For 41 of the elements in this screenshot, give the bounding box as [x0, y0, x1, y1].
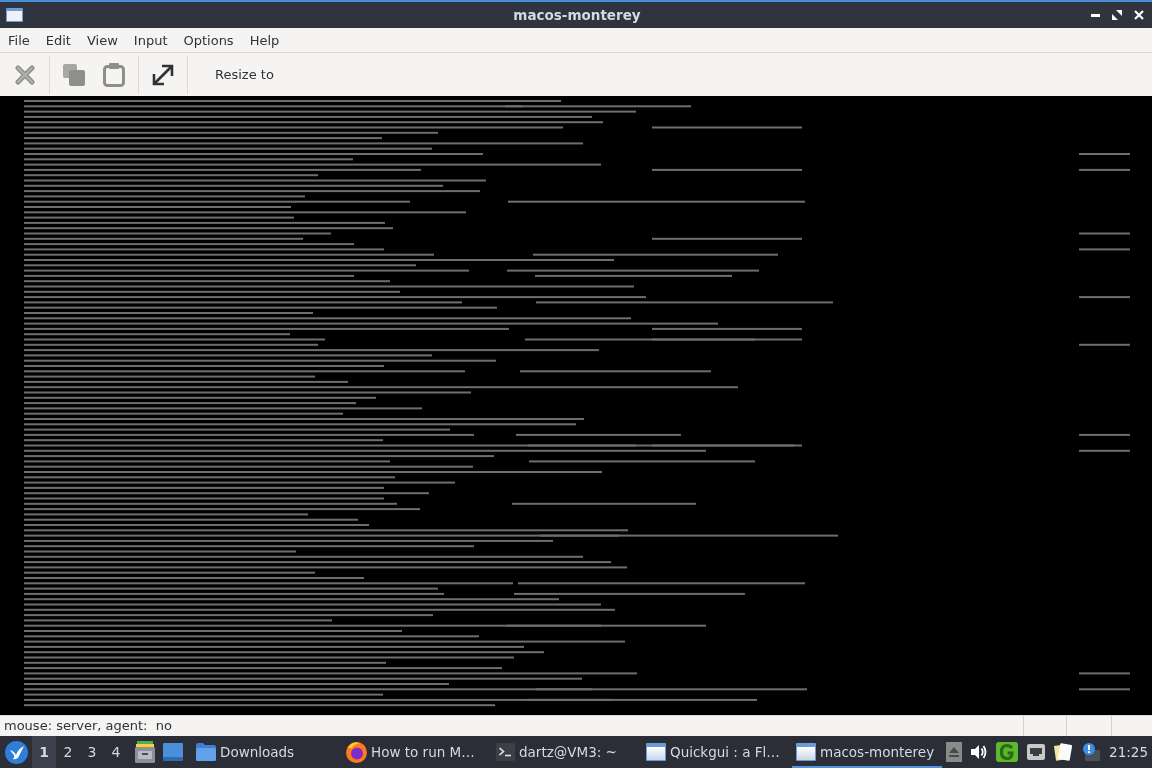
copy-icon: [63, 63, 85, 86]
notification-icon[interactable]: [1082, 743, 1101, 761]
eject-icon[interactable]: [946, 742, 963, 762]
terminal-icon: [496, 743, 515, 761]
taskbar-window-button[interactable]: Downloads: [192, 736, 342, 768]
menu-item[interactable]: Options: [175, 28, 242, 52]
menu-item[interactable]: Input: [125, 28, 176, 52]
browser-icon: [346, 741, 367, 763]
menu-item[interactable]: Help: [241, 28, 288, 52]
start-button[interactable]: [4, 740, 28, 764]
taskbar-window-button[interactable]: Quickgui : a Fl…: [642, 736, 792, 768]
taskbar-window-button[interactable]: dartz@VM3: ~: [492, 736, 642, 768]
minimize-icon: [1090, 13, 1100, 17]
taskbar-window-button[interactable]: How to run M…: [342, 736, 492, 768]
folder-icon: [196, 743, 216, 761]
app-logo-icon[interactable]: [996, 742, 1019, 762]
volume-icon[interactable]: [971, 744, 988, 760]
file-cabinet-icon: [135, 741, 155, 763]
menu-item[interactable]: View: [78, 28, 126, 52]
window-icon: [6, 8, 23, 22]
workspace-button[interactable]: 2: [56, 736, 80, 768]
menu-item[interactable]: File: [0, 28, 38, 52]
desktop-icon: [163, 743, 183, 761]
window-title: macos-monterey: [513, 7, 641, 23]
close-icon: [1134, 10, 1144, 20]
maximize-icon: [1112, 10, 1122, 20]
status-text: mouse: server, agent: no: [3, 717, 173, 735]
workspace-button[interactable]: 3: [80, 736, 104, 768]
notes-icon[interactable]: [1054, 742, 1074, 762]
network-icon[interactable]: [1027, 744, 1046, 760]
taskbar-window-button[interactable]: macos-monterey: [792, 736, 942, 768]
close-icon: [15, 64, 35, 85]
start-icon: [4, 740, 28, 764]
clock: 21:25: [1109, 744, 1148, 760]
window-icon: [646, 743, 666, 761]
menu-item[interactable]: Edit: [37, 28, 79, 52]
workspace-button[interactable]: 4: [104, 736, 128, 768]
resize-to-button[interactable]: Resize to: [211, 63, 278, 86]
window-icon: [796, 743, 816, 761]
workspace-button[interactable]: 1: [32, 736, 56, 768]
clipboard-icon: [103, 62, 125, 87]
